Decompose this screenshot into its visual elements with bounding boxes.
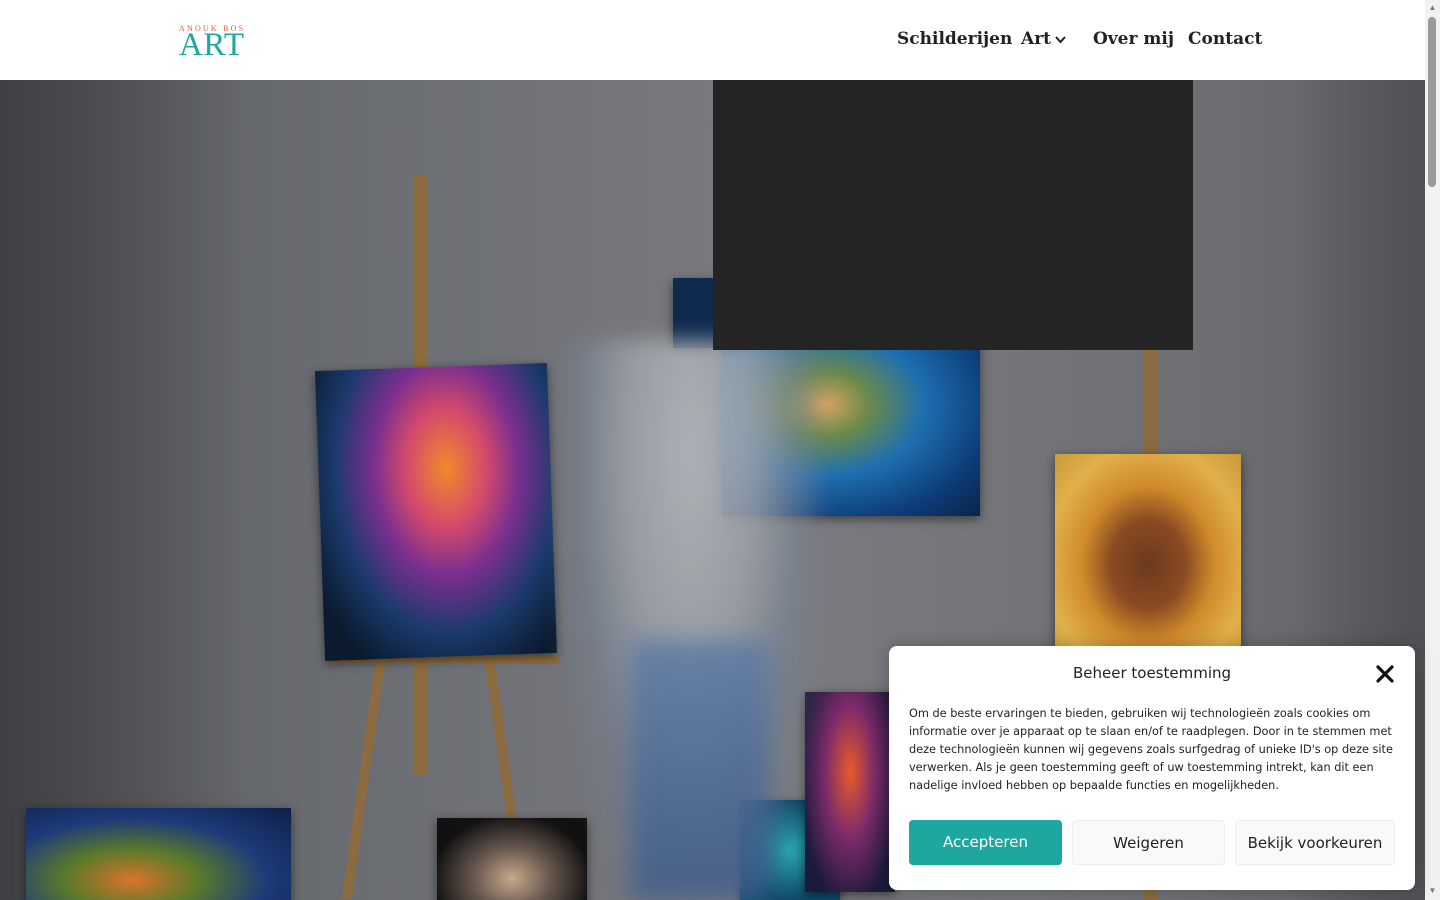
accept-button[interactable]: Accepteren [909, 820, 1062, 865]
nav-item-schilderijen[interactable]: Schilderijen [897, 29, 1012, 49]
painting-chameleon [26, 808, 291, 900]
scroll-thumb[interactable] [1428, 17, 1436, 187]
nav-item-art[interactable]: Art [1021, 29, 1051, 49]
cookie-description: Om de beste ervaringen te bieden, gebrui… [909, 707, 1393, 792]
painting-portrait [1055, 454, 1241, 674]
painting-small [673, 278, 713, 348]
nav-item-over-mij[interactable]: Over mij [1093, 29, 1174, 49]
view-preferences-button[interactable]: Bekijk voorkeuren [1235, 820, 1395, 865]
easel-leg [341, 640, 389, 900]
cookie-consent-dialog: Beheer toestemming Om de beste ervaringe… [889, 646, 1415, 890]
wall-shadow [0, 80, 250, 900]
deny-button[interactable]: Weigeren [1072, 820, 1225, 865]
site-logo[interactable]: ANOUK BOS ART [179, 24, 257, 62]
scrollbar[interactable]: ▲ ▼ [1425, 0, 1440, 900]
painting-octopus [315, 363, 557, 661]
chevron-down-icon[interactable] [1055, 36, 1066, 44]
video-placeholder [713, 80, 1193, 350]
logo-title: ART [179, 27, 245, 63]
nav-item-contact[interactable]: Contact [1188, 29, 1262, 49]
close-icon[interactable] [1375, 664, 1395, 684]
blurred-person-legs [630, 640, 770, 900]
scroll-up-arrow-icon[interactable]: ▲ [1428, 3, 1437, 12]
scroll-down-arrow-icon[interactable]: ▼ [1428, 886, 1437, 895]
nav-item-art-label: Art [1021, 29, 1051, 49]
site-header: ANOUK BOS ART Schilderijen Art Over mij … [0, 0, 1425, 80]
cookie-title: Beheer toestemming [1072, 664, 1232, 682]
